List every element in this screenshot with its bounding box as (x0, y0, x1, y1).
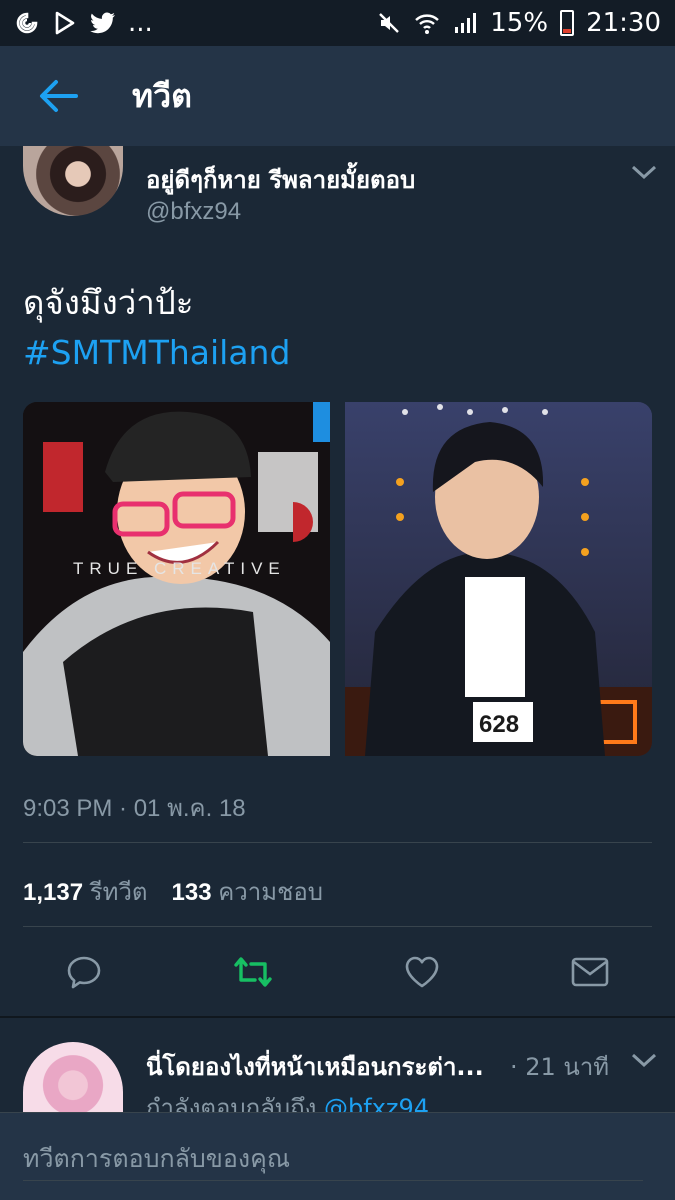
hashtag-link[interactable]: #SMTMThailand (23, 328, 290, 378)
likes-stat[interactable]: 133 ความชอบ (172, 872, 323, 911)
app-bar: ทวีต (0, 46, 675, 146)
divider (23, 842, 652, 843)
retweet-icon (234, 957, 272, 987)
retweet-button[interactable] (233, 952, 273, 992)
chevron-down-icon[interactable] (630, 162, 658, 182)
like-button[interactable] (402, 952, 442, 992)
back-button[interactable] (28, 66, 88, 126)
reply-author-name[interactable]: นี่โดยองไงที่หน้าเหมือนกระต่า... (146, 1047, 484, 1086)
tweet-text-block: ดุจังมึงว่าป้ะ #SMTMThailand (23, 278, 290, 378)
author-handle[interactable]: @bfxz94 (146, 198, 241, 226)
tweet-timestamp: 9:03 PM · 01 พ.ค. 18 (23, 795, 246, 822)
battery-icon (560, 10, 575, 36)
photo-left-text: TRUE CREATIVE (73, 559, 286, 578)
photo-girl-illustration: TRUE CREATIVE (23, 402, 330, 756)
status-left: ... (14, 8, 153, 38)
status-more-indicator: ... (128, 8, 153, 38)
play-store-icon (52, 10, 78, 36)
divider (23, 926, 652, 927)
status-right: 15% 21:30 (376, 8, 661, 38)
photo-right-text: 628 (479, 711, 519, 738)
spiral-notification-icon (14, 10, 40, 36)
arrow-left-icon (40, 80, 78, 112)
tweet-stats: 1,137 รีทวีต 133 ความชอบ (23, 872, 323, 911)
mute-icon (376, 10, 402, 36)
tweet-actions (0, 952, 675, 992)
reply-time: · 21 นาที (510, 1053, 610, 1081)
author-avatar[interactable] (23, 146, 123, 216)
tweet-photo-right[interactable]: 628 (345, 402, 652, 756)
share-dm-button[interactable] (570, 952, 610, 992)
chevron-down-icon[interactable] (630, 1050, 658, 1070)
page-title: ทวีต (132, 76, 192, 115)
tweet-photo-left[interactable]: TRUE CREATIVE (23, 402, 330, 756)
status-time: 21:30 (586, 8, 661, 38)
twitter-bird-icon (90, 10, 116, 36)
heart-icon (405, 956, 439, 988)
like-count: 133 (171, 879, 212, 906)
like-label: ความชอบ (218, 878, 323, 906)
section-separator (0, 1016, 675, 1018)
photo-boy-illustration: 628 (345, 402, 652, 756)
reply-author-avatar[interactable] (23, 1042, 123, 1114)
envelope-icon (571, 957, 609, 987)
retweet-label: รีทวีต (89, 878, 148, 906)
compose-bar (0, 1112, 675, 1200)
reply-bubble-icon (67, 956, 101, 989)
author-name[interactable]: อยู่ดีๆก็หาย รีพลายมั้ยตอบ (146, 160, 415, 199)
wifi-icon (414, 10, 440, 36)
cell-signal-icon (452, 10, 478, 36)
battery-percent: 15% (490, 8, 549, 38)
reply-input[interactable] (23, 1137, 643, 1181)
retweets-stat[interactable]: 1,137 รีทวีต (23, 872, 148, 911)
reply-button[interactable] (64, 952, 104, 992)
status-bar: ... 15% 21:30 (0, 0, 675, 46)
tweet-text: ดุจังมึงว่าป้ะ (23, 283, 194, 322)
retweet-count: 1,137 (23, 879, 84, 906)
